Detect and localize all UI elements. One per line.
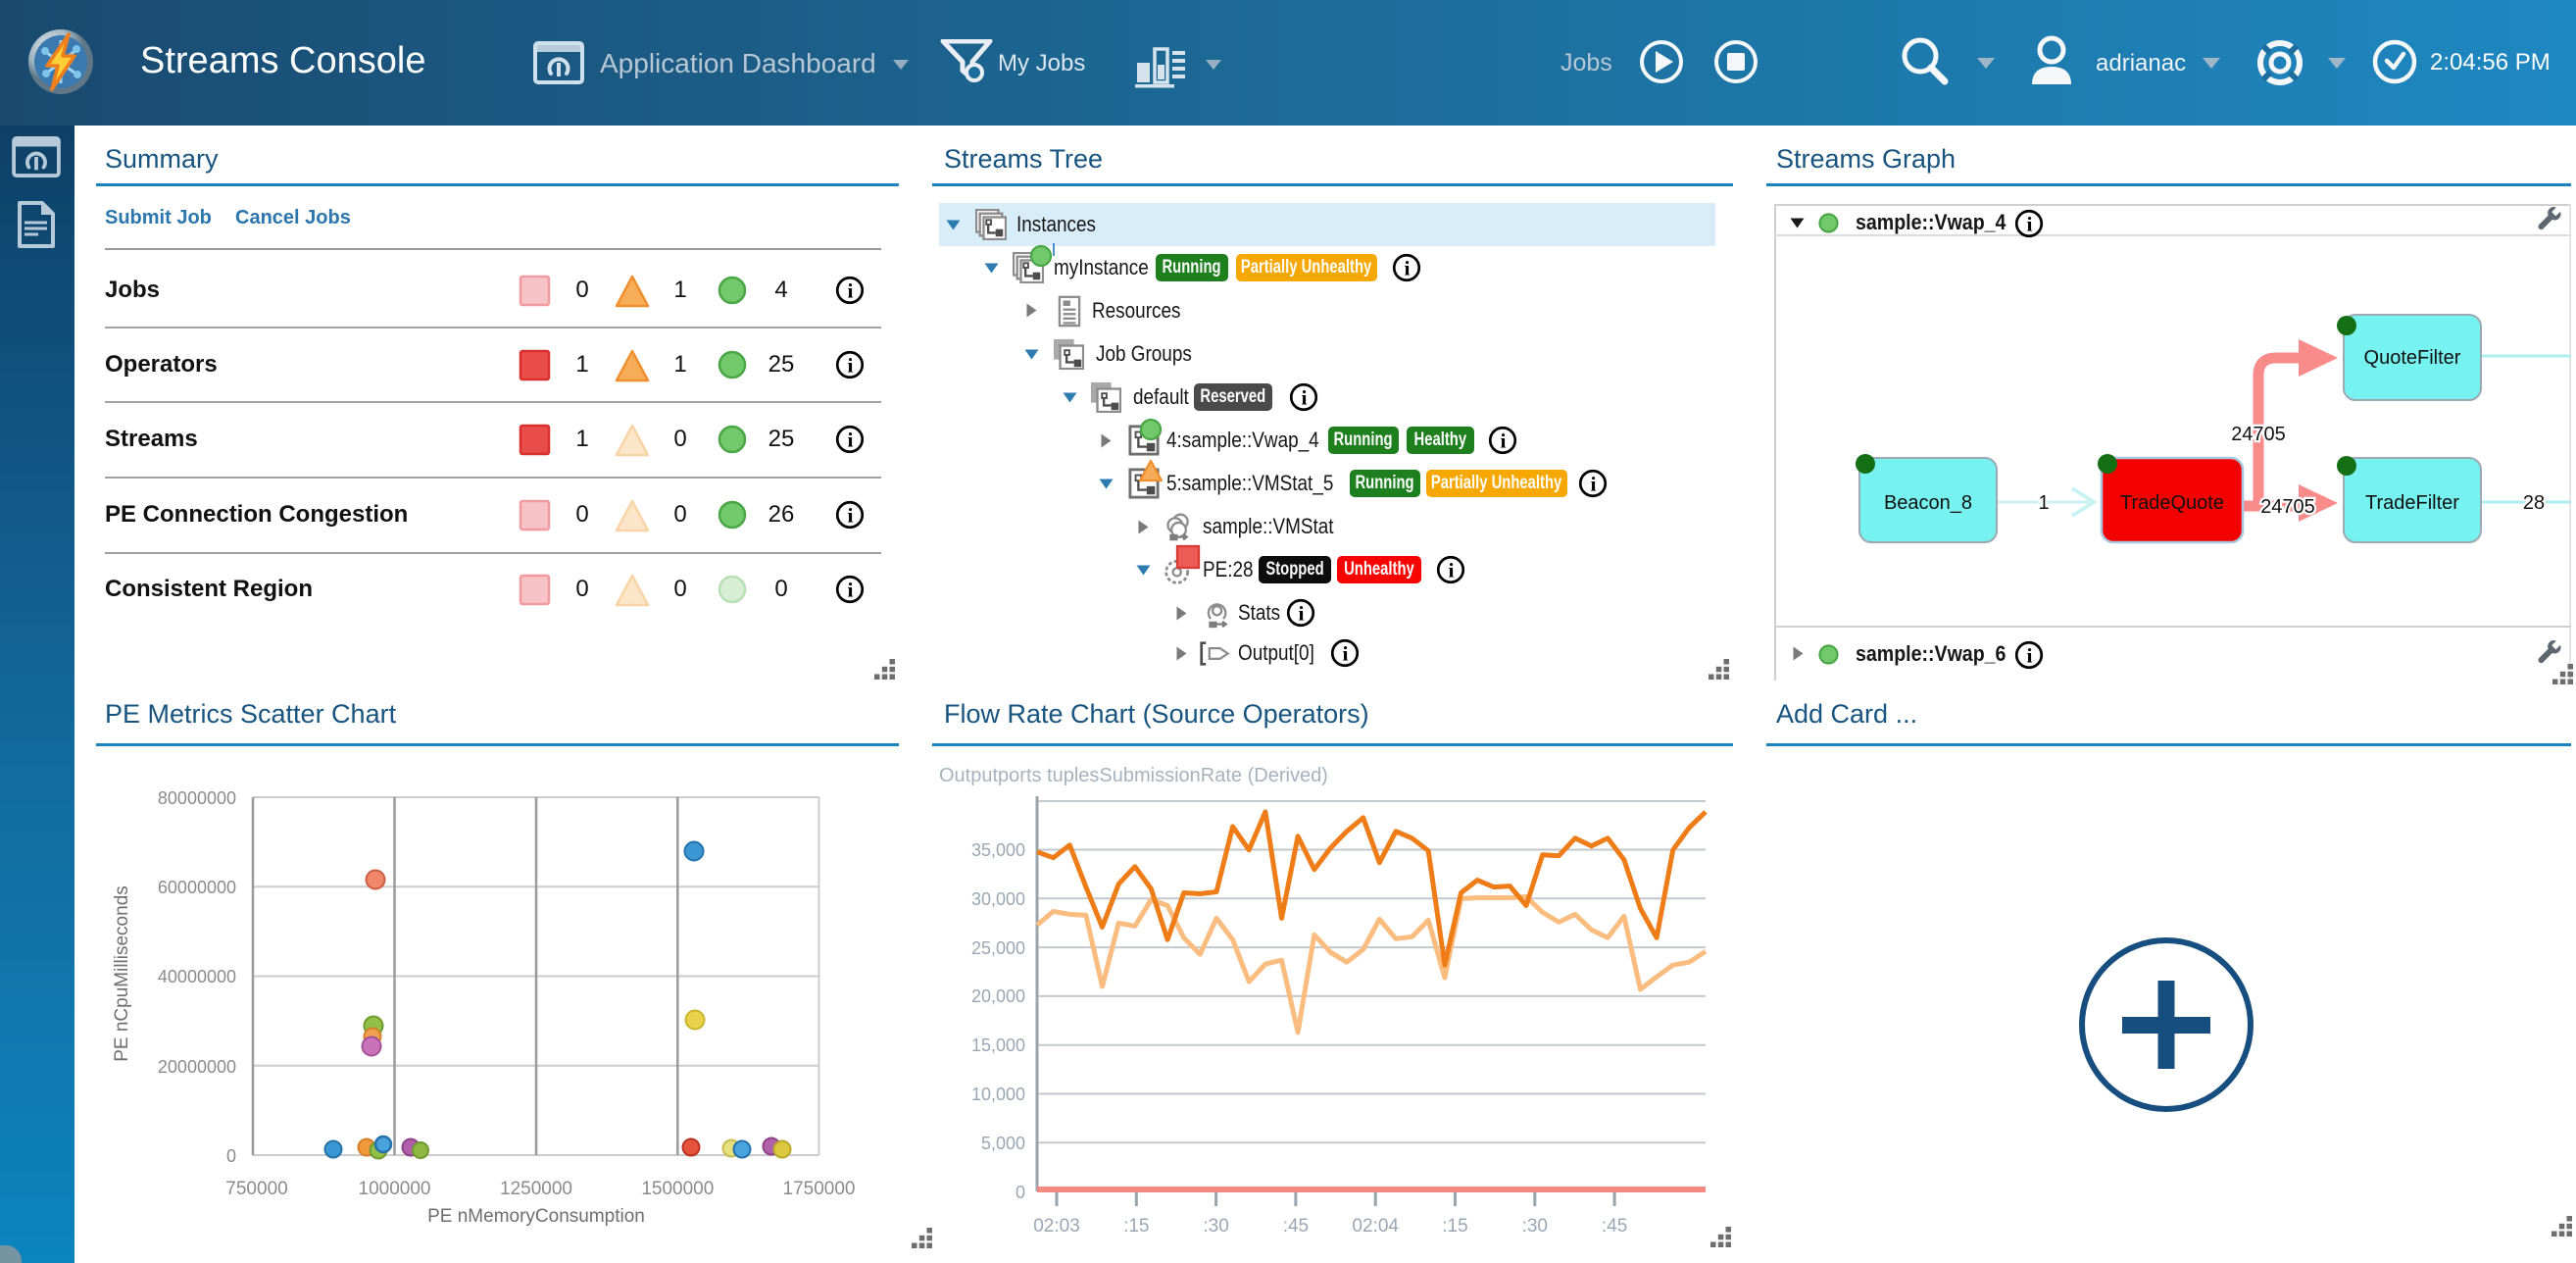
svg-text::45: :45 [1602,1216,1627,1237]
svg-text:10,000: 10,000 [971,1085,1025,1104]
svg-text:30,000: 30,000 [971,889,1025,909]
svg-text:15,000: 15,000 [971,1036,1025,1055]
svg-text:60000000: 60000000 [158,878,236,897]
svg-text:25,000: 25,000 [971,938,1025,958]
svg-text:5,000: 5,000 [981,1134,1025,1153]
svg-text:20,000: 20,000 [971,986,1025,1006]
svg-text::30: :30 [1522,1216,1548,1237]
svg-text:02:03: 02:03 [1033,1216,1080,1237]
svg-text:1500000: 1500000 [641,1179,714,1199]
svg-text::30: :30 [1203,1216,1228,1237]
svg-text::15: :15 [1123,1216,1149,1237]
svg-text:40000000: 40000000 [158,967,236,986]
svg-text:24705: 24705 [2231,424,2286,445]
svg-text:0: 0 [1016,1183,1025,1202]
svg-text:80000000: 80000000 [158,788,236,808]
svg-text:1250000: 1250000 [500,1179,572,1199]
svg-text:24705: 24705 [2260,496,2315,518]
svg-text:02:04: 02:04 [1352,1216,1399,1237]
svg-text:1750000: 1750000 [783,1179,856,1199]
svg-text::15: :15 [1442,1216,1467,1237]
svg-text:Beacon_8: Beacon_8 [1884,492,1972,514]
svg-text:TradeQuote: TradeQuote [2120,492,2224,514]
svg-text:35,000: 35,000 [971,840,1025,860]
svg-text:20000000: 20000000 [158,1057,236,1077]
svg-text:1: 1 [2038,492,2049,514]
svg-text:TradeFilter: TradeFilter [2365,492,2459,514]
svg-text:PE nCpuMilliseconds: PE nCpuMilliseconds [112,885,132,1062]
svg-text:PE nMemoryConsumption: PE nMemoryConsumption [427,1206,645,1227]
svg-text:0: 0 [226,1146,236,1166]
svg-text::45: :45 [1283,1216,1309,1237]
svg-text:1000000: 1000000 [359,1179,431,1199]
svg-text:750000: 750000 [225,1179,287,1199]
svg-text:28: 28 [2523,492,2545,514]
svg-text:QuoteFilter: QuoteFilter [2364,347,2461,369]
